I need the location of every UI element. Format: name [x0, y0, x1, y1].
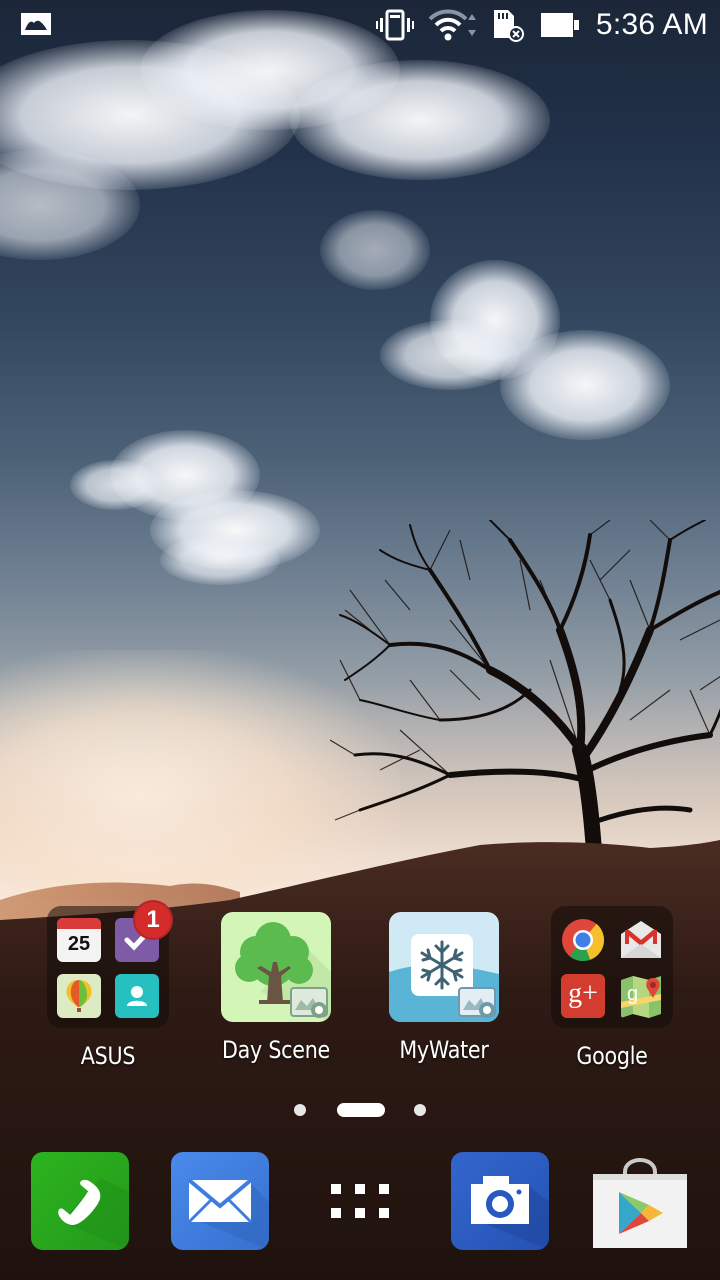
page-dot-1[interactable]: [294, 1104, 306, 1116]
cloud: [290, 60, 550, 180]
email-icon: [187, 1178, 269, 1250]
dock-play-store[interactable]: [591, 1152, 689, 1250]
camera-icon: [471, 1176, 549, 1250]
status-bar: 5:36 AM: [0, 0, 720, 50]
notification-badge: 1: [133, 900, 173, 940]
svg-text:g: g: [627, 983, 638, 1005]
cloud: [320, 210, 430, 290]
clock: 5:36 AM: [595, 8, 708, 41]
cloud: [70, 460, 160, 510]
vibrate-icon: [375, 9, 414, 41]
home-screen-icons: 25 1 ASUS Day Scene MyWater g+ g Google: [0, 900, 720, 1072]
app-label: Google: [576, 1042, 648, 1070]
dock: [0, 1152, 720, 1252]
google-plus-icon: g+: [561, 974, 605, 1018]
app-day-scene[interactable]: Day Scene: [201, 912, 351, 1064]
folder-tile[interactable]: g+ g: [551, 906, 673, 1028]
mywater-snowflake-icon: [389, 912, 499, 1022]
page-indicator[interactable]: [0, 1102, 720, 1118]
wallpaper: [0, 0, 720, 1280]
folder-asus[interactable]: 25 1 ASUS: [33, 900, 183, 1070]
app-mywater[interactable]: MyWater: [369, 912, 519, 1064]
gmail-icon: [619, 918, 663, 962]
page-dot-3[interactable]: [414, 1104, 426, 1116]
cloud: [380, 320, 520, 390]
play-store-icon: [593, 1158, 687, 1248]
dock-phone[interactable]: [31, 1152, 129, 1250]
notification-area[interactable]: [20, 12, 52, 41]
chrome-icon: [561, 918, 605, 962]
page-dot-current[interactable]: [337, 1103, 385, 1117]
app-label: ASUS: [80, 1042, 136, 1070]
calendar-icon: 25: [57, 918, 101, 962]
maps-icon: g: [619, 974, 663, 1018]
cloud: [500, 330, 670, 440]
folder-tile[interactable]: 25 1: [47, 900, 173, 1028]
gallery-notification-icon: [21, 13, 51, 35]
app-label: MyWater: [399, 1036, 489, 1064]
sd-card-removed-icon: [493, 10, 524, 42]
calendar-date: 25: [67, 933, 91, 955]
wifi-icon: [428, 9, 476, 41]
dock-camera[interactable]: [451, 1152, 549, 1250]
phone-icon: [58, 1178, 129, 1250]
dock-email[interactable]: [171, 1152, 269, 1250]
app-drawer-icon: [331, 1184, 389, 1218]
cloud: [160, 535, 280, 585]
zenui-balloon-icon: [57, 974, 101, 1018]
dock-all-apps[interactable]: [311, 1152, 409, 1250]
folder-google[interactable]: g+ g Google: [537, 906, 687, 1070]
google-plus-glyph: g+: [568, 978, 598, 1009]
contacts-icon: [115, 974, 159, 1018]
day-scene-tree-icon: [221, 912, 331, 1022]
app-label: Day Scene: [222, 1036, 330, 1064]
battery-icon: [540, 13, 579, 37]
